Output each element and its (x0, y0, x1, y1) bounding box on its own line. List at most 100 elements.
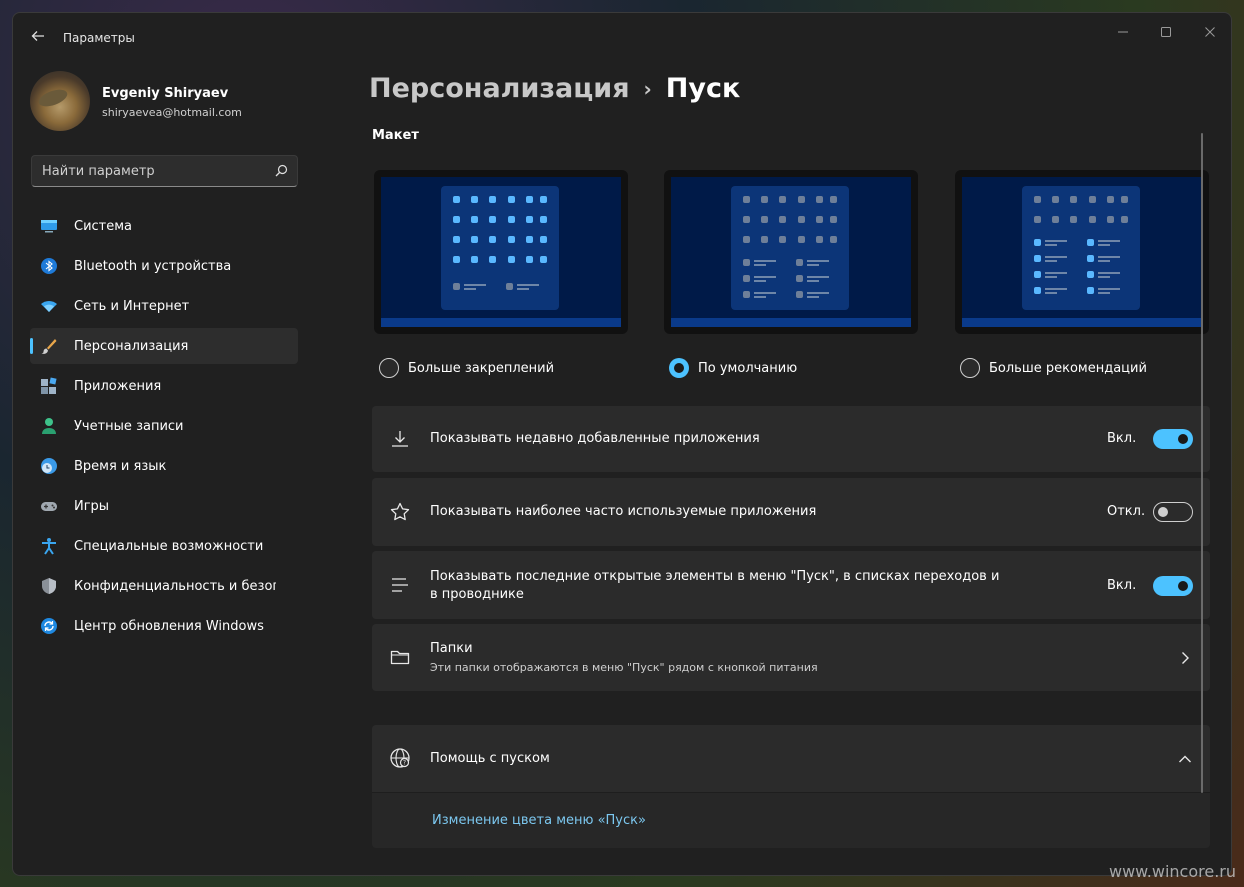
preview-tile (508, 196, 515, 203)
minimize-button[interactable] (1108, 21, 1138, 43)
list-icon (389, 574, 411, 596)
toggle-state-text: Откл. (1107, 504, 1146, 519)
preview-tile (1034, 271, 1041, 278)
radio-button[interactable] (669, 358, 689, 378)
preview-start-panel (441, 186, 559, 310)
radio-label: По умолчанию (698, 360, 798, 376)
preview-tile (830, 236, 837, 243)
layout-preview-default[interactable] (664, 170, 918, 334)
setting-folders[interactable]: Папки Эти папки отображаются в меню "Пус… (372, 624, 1210, 691)
back-button[interactable] (27, 25, 49, 47)
help-section-body: Изменение цвета меню «Пуск» (372, 792, 1210, 848)
setting-recent-apps: Показывать недавно добавленные приложени… (372, 406, 1210, 472)
globe-help-icon: ? (389, 747, 411, 769)
preview-tile (526, 236, 533, 243)
gamepad-icon (40, 497, 58, 515)
preview-tile (1121, 196, 1128, 203)
person-icon (40, 417, 58, 435)
preview-tile (1070, 216, 1077, 223)
help-section-header[interactable]: ? Помощь с пуском (372, 725, 1210, 792)
preview-line (754, 264, 766, 266)
preview-taskbar (962, 318, 1202, 327)
preview-tile (830, 216, 837, 223)
preview-tile (816, 216, 823, 223)
maximize-button[interactable] (1151, 21, 1181, 43)
layout-option-default[interactable]: По умолчанию (669, 358, 797, 378)
preview-tile (1087, 239, 1094, 246)
svg-text:?: ? (403, 760, 406, 767)
sidebar-item-personalization[interactable]: Персонализация (30, 328, 298, 364)
radio-label: Больше закреплений (408, 360, 555, 376)
sidebar-item-time-language[interactable]: Время и язык (30, 448, 298, 484)
chevron-right-icon: › (643, 76, 652, 101)
preview-tile (816, 236, 823, 243)
recent-apps-toggle[interactable] (1153, 429, 1193, 449)
preview-line (1098, 292, 1110, 294)
sidebar-item-network[interactable]: Сеть и Интернет (30, 288, 298, 324)
preview-line (1098, 260, 1110, 262)
preview-tile (796, 275, 803, 282)
most-used-apps-toggle[interactable] (1153, 502, 1193, 522)
layout-preview-more-pins[interactable] (374, 170, 628, 334)
sidebar-item-windows-update[interactable]: Центр обновления Windows (30, 608, 298, 644)
help-section-title: Помощь с пуском (430, 751, 550, 766)
clock-globe-icon (40, 457, 58, 475)
preview-line (754, 280, 766, 282)
sidebar-item-apps[interactable]: Приложения (30, 368, 298, 404)
preview-line (807, 276, 829, 278)
preview-tile (1034, 239, 1041, 246)
search-icon[interactable] (273, 163, 289, 179)
sidebar-item-privacy[interactable]: Конфиденциальность и безопасность (30, 568, 298, 604)
layout-option-more-recommendations[interactable]: Больше рекомендаций (960, 358, 1147, 378)
settings-window: Параметры Evgeniy Shiryaev shiryaevea@ho… (12, 12, 1232, 876)
preview-tile (779, 196, 786, 203)
sidebar-item-label: Центр обновления Windows (74, 618, 264, 634)
breadcrumb-parent[interactable]: Персонализация (369, 73, 630, 104)
sidebar-item-accessibility[interactable]: Специальные возможности (30, 528, 298, 564)
chevron-up-icon[interactable] (1177, 751, 1193, 767)
shield-icon (40, 577, 58, 595)
apps-icon (40, 377, 58, 395)
sidebar-item-label: Конфиденциальность и безопасность (74, 578, 276, 594)
radio-button[interactable] (960, 358, 980, 378)
radio-button[interactable] (379, 358, 399, 378)
search-input[interactable] (32, 156, 262, 186)
radio-label: Больше рекомендаций (989, 360, 1147, 376)
sidebar-item-label: Приложения (74, 378, 162, 394)
toggle-state-text: Вкл. (1107, 431, 1137, 446)
change-start-color-link[interactable]: Изменение цвета меню «Пуск» (432, 813, 646, 828)
preview-tile (743, 291, 750, 298)
toggle-state-text: Вкл. (1107, 578, 1137, 593)
preview-tile (489, 256, 496, 263)
sidebar-item-system[interactable]: Система (30, 208, 298, 244)
preview-tile (453, 256, 460, 263)
close-button[interactable] (1195, 21, 1225, 43)
maximize-icon (1161, 27, 1171, 37)
sidebar-item-label: Учетные записи (74, 418, 184, 434)
setting-description: Эти папки отображаются в меню "Пуск" ряд… (430, 661, 818, 674)
setting-recent-items: Показывать последние открытые элементы в… (372, 551, 1210, 619)
preview-tile (453, 283, 460, 290)
preview-tile (830, 196, 837, 203)
sidebar-item-bluetooth[interactable]: Bluetooth и устройства (30, 248, 298, 284)
preview-line (1045, 244, 1057, 246)
scrollbar[interactable] (1201, 133, 1203, 793)
avatar[interactable] (30, 71, 90, 131)
preview-tile (471, 236, 478, 243)
preview-tile (540, 236, 547, 243)
preview-tile (489, 216, 496, 223)
chevron-right-icon (1177, 650, 1193, 666)
preview-line (1045, 272, 1067, 274)
layout-preview-more-recommendations[interactable] (955, 170, 1209, 334)
sidebar-item-label: Время и язык (74, 458, 167, 474)
preview-line (1098, 240, 1120, 242)
preview-tile (508, 216, 515, 223)
preview-tile (540, 216, 547, 223)
sidebar-nav: Система Bluetooth и устройства Сеть и Ин… (30, 208, 298, 648)
recent-items-toggle[interactable] (1153, 576, 1193, 596)
layout-option-more-pins[interactable]: Больше закреплений (379, 358, 554, 378)
preview-line (1045, 292, 1057, 294)
sidebar-item-label: Персонализация (74, 338, 189, 354)
sidebar-item-gaming[interactable]: Игры (30, 488, 298, 524)
sidebar-item-accounts[interactable]: Учетные записи (30, 408, 298, 444)
